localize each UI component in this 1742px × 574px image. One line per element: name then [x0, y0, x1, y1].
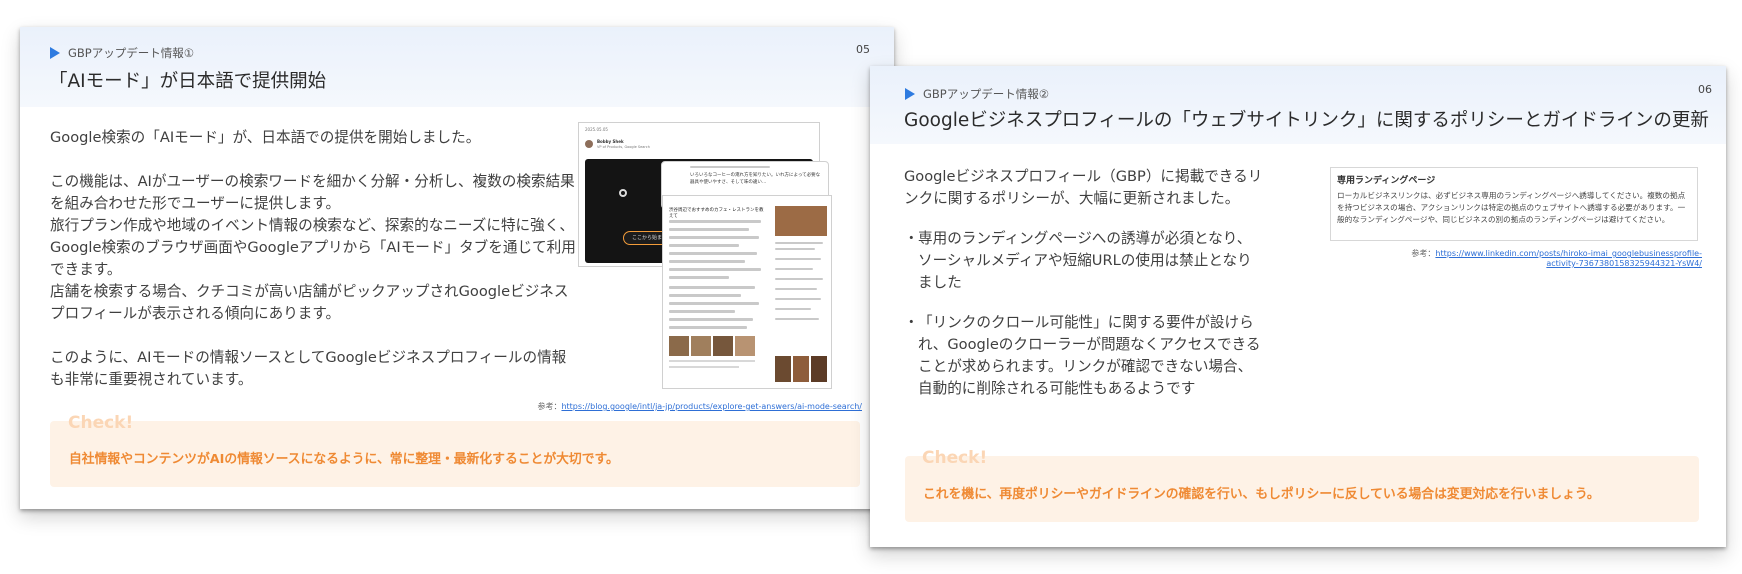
reference-link-line-1[interactable]: https://www.linkedin.com/posts/hiroko-im… — [1435, 249, 1702, 258]
bullet-dot-icon: ・ — [904, 230, 919, 247]
slide-1-eyebrow-text: GBPアップデート情報① — [68, 46, 195, 60]
article-date: 2025.05.05 — [585, 127, 608, 132]
photo-thumbnail — [713, 336, 733, 356]
slide-2-intro: Googleビジネスプロフィール（GBP）に掲載できるリンクに関するポリシーが、… — [904, 168, 1263, 207]
photo-thumbnail — [735, 336, 755, 356]
slide-2-check-label: Check! — [922, 448, 988, 468]
policy-excerpt-heading: 専用ランディングページ — [1337, 176, 1436, 186]
slide-1-body: Google検索の「AIモード」が、日本語での提供を開始しました。 この機能は、… — [50, 127, 576, 391]
slide-1-page-number: 05 — [856, 43, 870, 56]
slide-2: GBPアップデート情報② 06 Googleビジネスプロフィールの「ウェブサイト… — [870, 66, 1726, 547]
ai-mode-results-screenshot: 渋谷周辺でおすすめのカフェ・レストランを教えて — [662, 195, 832, 389]
bullet-dot-icon: ・ — [904, 314, 919, 331]
play-triangle-icon — [905, 88, 915, 100]
place-photo — [793, 356, 809, 382]
reference-prefix: 参考： — [1411, 249, 1436, 258]
slide-2-body: Googleビジネスプロフィール（GBP）に掲載できるリンクに関するポリシーが、… — [904, 166, 1264, 400]
policy-excerpt-box: 専用ランディングページ ローカルビジネスリンクは、必ずビジネス専用のランディング… — [1330, 167, 1698, 241]
slide-2-eyebrow-text: GBPアップデート情報② — [923, 87, 1050, 101]
reference-link-line-2[interactable]: activity-7367380158325944321-YsW4/ — [1546, 259, 1702, 268]
google-g-icon — [619, 189, 627, 197]
slide-2-header — [870, 66, 1726, 144]
article-author: Bobby Shek — [597, 139, 624, 144]
place-photo — [775, 356, 791, 382]
result-title: 渋谷周辺でおすすめのカフェ・レストランを教えて — [669, 208, 764, 219]
slide-2-check-text: これを機に、再度ポリシーやガイドラインの確認を行い、もしポリシーに反している場合… — [923, 487, 1600, 502]
slide-2-bullet-text: 「リンクのクロール可能性」に関する要件が設けられ、Googleのクローラーが問題… — [918, 314, 1261, 397]
article-author-role: VP of Products, Google Search — [597, 145, 650, 149]
slide-1-check-text: 自社情報やコンテンツがAIの情報ソースになるように、常に整理・最新化することが大… — [69, 452, 619, 467]
play-triangle-icon — [50, 47, 60, 59]
reference-prefix: 参考： — [537, 402, 562, 411]
author-avatar — [585, 140, 593, 148]
slide-2-title: Googleビジネスプロフィールの「ウェブサイトリンク」に関するポリシーとガイド… — [904, 110, 1709, 131]
place-photo — [811, 356, 827, 382]
slide-1-reference: 参考：https://blog.google/intl/ja-jp/produc… — [537, 401, 862, 412]
place-photo — [775, 206, 827, 236]
slide-1-title: 「AIモード」が日本語で提供開始 — [49, 71, 327, 92]
slide-1-paragraph: Google検索の「AIモード」が、日本語での提供を開始しました。 — [50, 129, 481, 146]
slide-2-bullet: ・ 「リンクのクロール可能性」に関する要件が設けられ、Googleのクローラーが… — [904, 312, 1264, 400]
reference-link[interactable]: https://blog.google/intl/ja-jp/products/… — [561, 402, 862, 411]
photo-thumbnail — [669, 336, 689, 356]
slide-2-page-number: 06 — [1698, 83, 1712, 96]
chat-overlay-text: いろいろなコーヒーの淹れ方を知りたい。いれ方によって必要な器具や使いやすさ、そし… — [690, 173, 821, 185]
slide-1-paragraph: この機能は、AIがユーザーの検索ワードを細かく分解・分析し、複数の検索結果を組み… — [50, 173, 575, 212]
slide-2-eyebrow: GBPアップデート情報② — [905, 86, 1049, 102]
slide-2-bullet-text: 専用のランディングページへの誘導が必須となり、ソーシャルメディアや短縮URLの使… — [918, 230, 1252, 291]
slide-1-paragraph: 店舗を検索する場合、クチコミが高い店舗がピックアップされGoogleビジネスプロ… — [50, 283, 569, 322]
slide-1-eyebrow: GBPアップデート情報① — [50, 45, 194, 61]
slide-2-bullet: ・ 専用のランディングページへの誘導が必須となり、ソーシャルメディアや短縮URL… — [904, 228, 1264, 294]
slide-1-check-label: Check! — [68, 413, 134, 433]
slide-1-paragraph: 旅行プラン作成や地域のイベント情報の検索など、探索的なニーズに特に強く、Goog… — [50, 217, 576, 278]
slide-1-paragraph: このように、AIモードの情報ソースとしてGoogleビジネスプロフィールの情報も… — [50, 349, 567, 388]
photo-thumbnail — [691, 336, 711, 356]
slide-2-reference: 参考：https://www.linkedin.com/posts/hiroko… — [1411, 248, 1702, 268]
slide-1: GBPアップデート情報① 05 「AIモード」が日本語で提供開始 Google検… — [20, 27, 894, 509]
policy-excerpt-text: ローカルビジネスリンクは、必ずビジネス専用のランディングページへ誘導してください… — [1337, 191, 1686, 224]
